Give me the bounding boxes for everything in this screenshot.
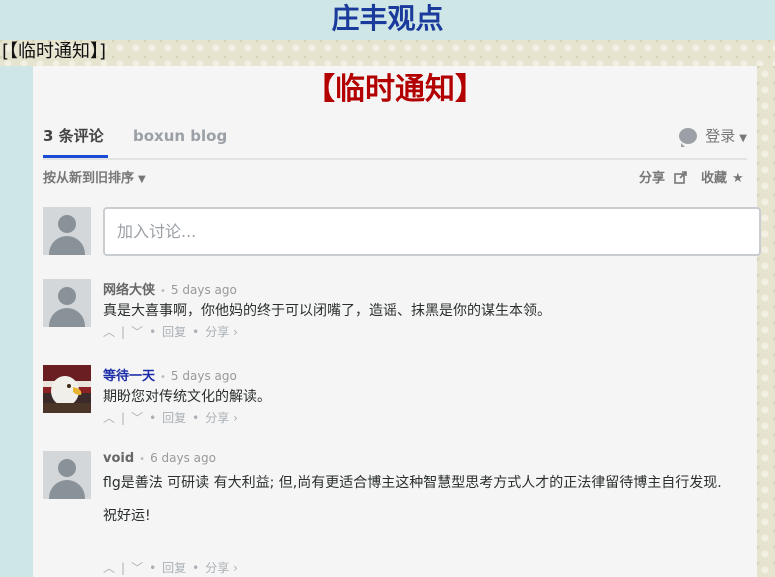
comment-time[interactable]: 6 days ago	[150, 451, 216, 465]
login-button[interactable]: 登录 ▼	[679, 126, 747, 149]
comment-time[interactable]: 5 days ago	[171, 283, 237, 297]
comment-paragraph: flg是善法 可研读 有大利益; 但,尚有更适合博主这种智慧型思考方式人才的正法…	[103, 475, 722, 491]
sort-label: 按从新到旧排序	[43, 171, 135, 186]
comment-tabs: 3 条评论 boxun blog 登录 ▼	[43, 126, 747, 160]
decorative-border	[757, 66, 775, 577]
favorite-button[interactable]: 收藏 ★	[701, 167, 744, 186]
comment-author[interactable]: 等待一天	[103, 369, 155, 384]
comment-text: 期盼您对传统文化的解读。	[103, 389, 271, 405]
decorative-band	[0, 40, 775, 66]
downvote-icon[interactable]: ﹀	[131, 411, 143, 425]
notice-title: 【临时通知】	[305, 72, 485, 107]
star-icon: ★	[732, 171, 744, 186]
chevron-down-icon: ▼	[138, 174, 146, 185]
share-link[interactable]: 分享 ›	[205, 411, 238, 425]
chat-bubble-icon	[679, 128, 698, 147]
reply-link[interactable]: 回复	[162, 561, 186, 575]
tab-boxun-blog[interactable]: boxun blog	[133, 126, 227, 146]
avatar[interactable]	[43, 365, 91, 413]
comment-actions: ︿ | ﹀ • 回复 • 分享 ›	[103, 325, 238, 339]
comment-text: flg是善法 可研读 有大利益; 但,尚有更适合博主这种智慧型思考方式人才的正法…	[103, 473, 747, 527]
comment-author[interactable]: void	[103, 451, 134, 466]
chevron-down-icon: ▼	[739, 133, 747, 144]
share-icon	[673, 171, 687, 184]
breadcrumb: [【临时通知】]	[2, 41, 107, 62]
user-avatar	[43, 207, 91, 255]
reply-link[interactable]: 回复	[162, 411, 186, 425]
sort-dropdown[interactable]: 按从新到旧排序 ▼	[43, 167, 146, 186]
comments-panel: 【临时通知】 3 条评论 boxun blog 登录 ▼ 按从新到旧排序 ▼ 分享 …	[33, 66, 761, 577]
comment-toolbar: 按从新到旧排序 ▼ 分享 收藏 ★	[43, 167, 747, 187]
comment-actions: ︿ | ﹀ • 回复 • 分享 ›	[103, 561, 238, 575]
upvote-icon[interactable]: ︿	[103, 325, 115, 339]
avatar[interactable]	[43, 451, 91, 499]
favorite-label: 收藏	[701, 171, 728, 186]
login-label: 登录	[705, 127, 736, 145]
share-button[interactable]: 分享	[639, 167, 687, 186]
reply-link[interactable]: 回复	[162, 325, 186, 339]
share-label: 分享	[639, 171, 666, 186]
downvote-icon[interactable]: ﹀	[131, 561, 143, 575]
site-title: 庄丰观点	[331, 2, 444, 35]
share-link[interactable]: 分享 ›	[205, 325, 238, 339]
eagle-avatar-icon	[43, 365, 91, 413]
downvote-icon[interactable]: ﹀	[131, 325, 143, 339]
share-link[interactable]: 分享 ›	[205, 561, 238, 575]
comment-input[interactable]: 加入讨论...	[103, 207, 761, 256]
comment-actions: ︿ | ﹀ • 回复 • 分享 ›	[103, 411, 238, 425]
comment-author[interactable]: 网络大侠	[103, 283, 155, 298]
avatar[interactable]	[43, 279, 91, 327]
comment-text: 真是大喜事啊，你他妈的终于可以闭嘴了，造谣、抹黑是你的谋生本领。	[103, 303, 551, 319]
upvote-icon[interactable]: ︿	[103, 411, 115, 425]
comment-paragraph: 祝好运!	[103, 508, 151, 524]
upvote-icon[interactable]: ︿	[103, 561, 115, 575]
tab-comment-count[interactable]: 3 条评论	[43, 126, 108, 158]
comment-time[interactable]: 5 days ago	[171, 369, 237, 383]
